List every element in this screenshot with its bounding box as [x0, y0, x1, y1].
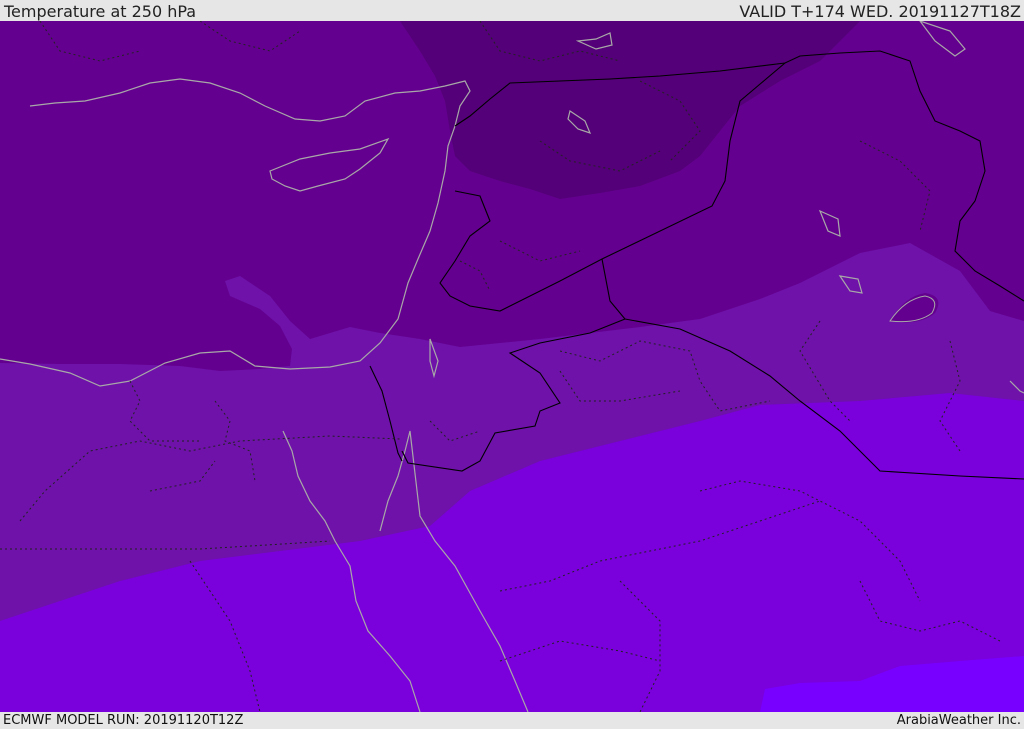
header-bar: Temperature at 250 hPa VALID T+174 WED. …	[0, 0, 1024, 21]
model-run: ECMWF MODEL RUN: 20191120T12Z	[3, 713, 244, 728]
credit: ArabiaWeather Inc.	[896, 713, 1021, 728]
footer-bar: ECMWF MODEL RUN: 20191120T12Z ArabiaWeat…	[0, 712, 1024, 729]
map-title: Temperature at 250 hPa	[4, 2, 197, 21]
valid-time: VALID T+174 WED. 20191127T18Z	[739, 2, 1021, 21]
weather-map	[0, 21, 1024, 712]
